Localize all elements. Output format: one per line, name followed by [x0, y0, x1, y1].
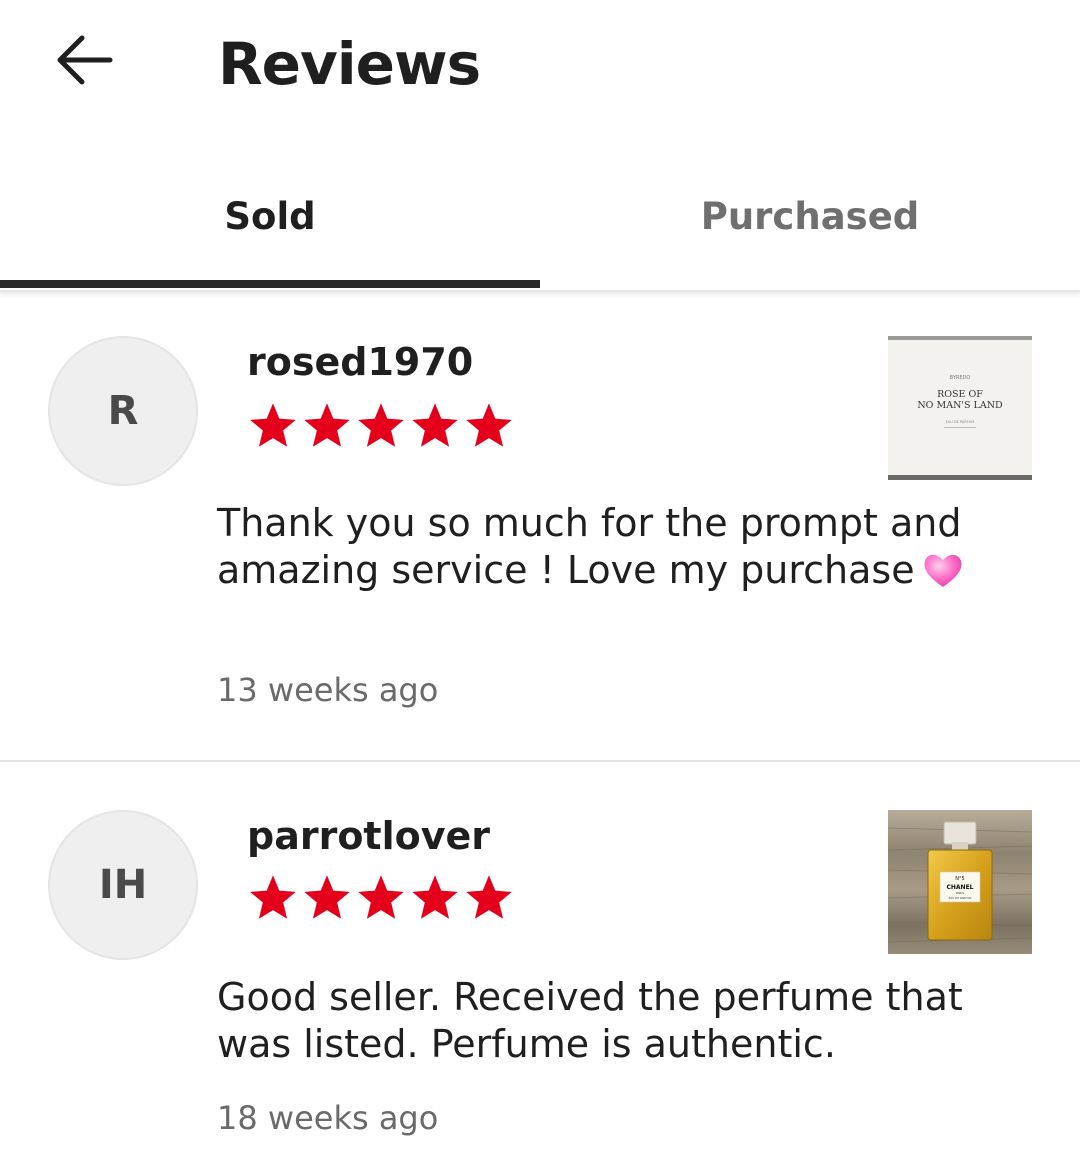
review-tabs: Sold Purchased: [0, 160, 1080, 292]
reviewer-username[interactable]: parrotlover: [247, 811, 490, 861]
svg-text:PARIS: PARIS: [956, 891, 965, 895]
review-item: IH parrotlover N°5 CHANEL PARIS EAU DE P…: [0, 762, 1080, 1176]
review-timestamp: 13 weeks ago: [217, 671, 439, 709]
star-icon: [358, 875, 404, 919]
tab-sold[interactable]: Sold: [0, 160, 540, 288]
review-text: Thank you so much for the prompt and ama…: [217, 500, 1037, 594]
star-icon: [466, 875, 512, 919]
app-header: Reviews: [0, 0, 1080, 130]
avatar[interactable]: IH: [48, 810, 198, 960]
svg-text:EAU DE PARFUM: EAU DE PARFUM: [949, 896, 972, 900]
star-rating: [246, 400, 516, 452]
star-icon: [412, 875, 458, 919]
svg-text:EAU DE PARFUM: EAU DE PARFUM: [946, 420, 975, 424]
reviewer-username[interactable]: rosed1970: [247, 337, 473, 387]
avatar[interactable]: R: [48, 336, 198, 486]
svg-text:CHANEL: CHANEL: [946, 884, 973, 891]
svg-text:ROSE OF: ROSE OF: [937, 389, 983, 400]
star-rating: [246, 872, 516, 924]
product-thumbnail[interactable]: BYREDO ROSE OF NO MAN'S LAND EAU DE PARF…: [888, 336, 1032, 480]
star-icon: [250, 403, 296, 447]
star-icon: [358, 403, 404, 447]
star-icon: [466, 403, 512, 447]
tab-purchased[interactable]: Purchased: [540, 160, 1080, 286]
arrow-left-icon: [57, 35, 113, 85]
perfume-bottle-image: N°5 CHANEL PARIS EAU DE PARFUM: [888, 810, 1032, 954]
review-timestamp: 18 weeks ago: [217, 1099, 439, 1137]
review-text: Good seller. Received the perfume that w…: [217, 975, 963, 1066]
tab-selected-indicator: [0, 280, 540, 288]
star-icon: [412, 403, 458, 447]
svg-text:N°5: N°5: [955, 876, 964, 882]
perfume-box-image: BYREDO ROSE OF NO MAN'S LAND EAU DE PARF…: [888, 336, 1032, 480]
tab-sold-label: Sold: [224, 194, 316, 238]
page-title: Reviews: [218, 30, 481, 98]
tab-purchased-label: Purchased: [700, 194, 920, 238]
back-button[interactable]: [50, 28, 118, 92]
pink-heart-icon: [924, 554, 962, 587]
star-icon: [304, 875, 350, 919]
review-item: R rosed1970 BYREDO ROSE OF NO MAN'S LAND…: [0, 292, 1080, 762]
star-icon: [250, 875, 296, 919]
product-thumbnail[interactable]: N°5 CHANEL PARIS EAU DE PARFUM: [888, 810, 1032, 954]
svg-text:BYREDO: BYREDO: [950, 375, 971, 381]
svg-text:NO MAN'S LAND: NO MAN'S LAND: [917, 400, 1003, 411]
star-icon: [304, 403, 350, 447]
